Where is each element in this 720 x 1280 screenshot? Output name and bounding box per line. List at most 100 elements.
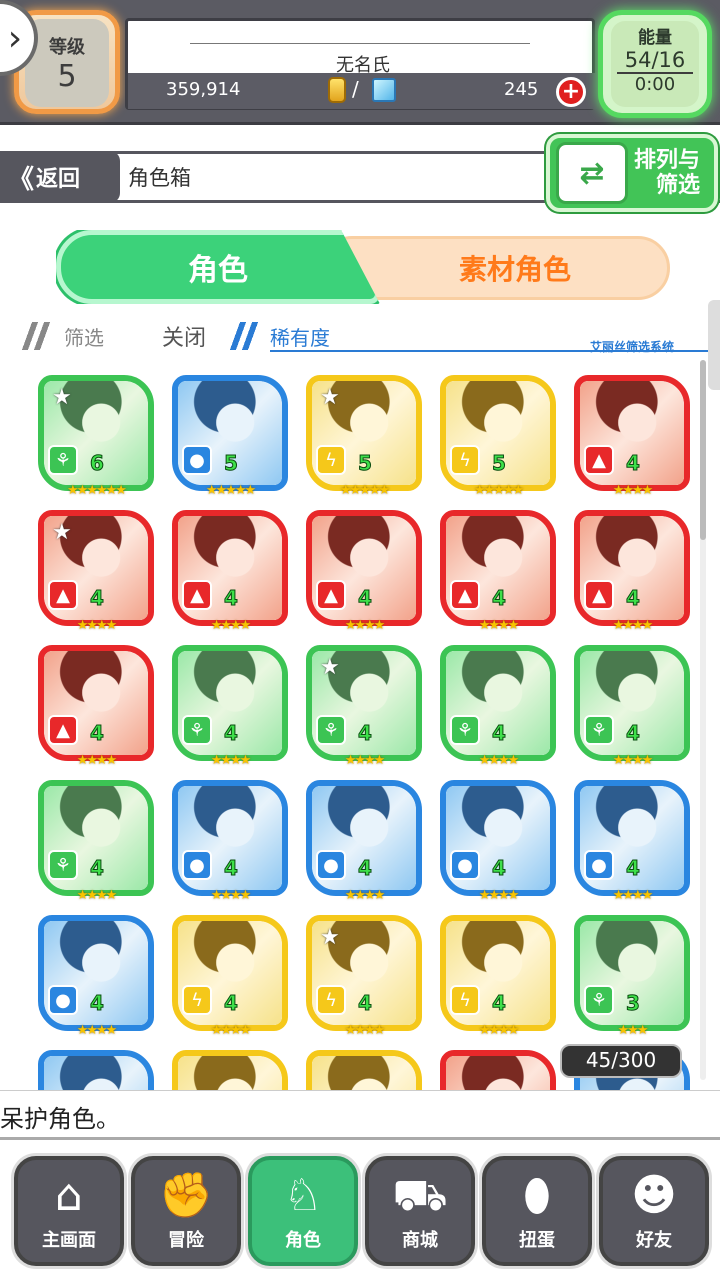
card-level: 4 [358,586,373,611]
card-frame: ⚘ 4 ★ [306,645,422,761]
card-frame: ● 4 [440,780,556,896]
character-card[interactable]: ● 4 ★★★★ [574,780,690,906]
card-level: 6 [90,451,105,476]
favorite-star-icon: ★ [320,655,340,680]
leaf-icon: ⚘ [182,715,212,745]
nav-home[interactable]: ⌂ 主画面 [14,1156,124,1266]
nav-label: 扭蛋 [519,1230,555,1251]
rarity-stars: ★★★★ [478,618,520,633]
rarity-stars: ★★★★ [478,753,520,768]
card-frame: ⚘ 4 [574,645,690,761]
rarity-stars: ★★★★ [210,888,252,903]
card-frame: ▲ 4 [38,645,154,761]
character-card[interactable]: ϟ 4 ★ ★★★★ [306,915,422,1041]
character-card[interactable]: ⚘ 4 ★★★★ [440,645,556,771]
fire-icon: ▲ [48,715,78,745]
character-portrait [178,1056,282,1090]
character-card[interactable]: ϟ 5 ★ ★★★★★ [306,375,422,501]
character-card[interactable]: ▲ 4 ★★★★ [306,510,422,636]
card-frame: ● 4 [172,780,288,896]
character-card[interactable]: ϟ [306,1050,422,1090]
add-gems-button[interactable]: + [556,77,586,107]
character-card[interactable]: ϟ 5 ★★★★★ [440,375,556,501]
gold-amount: 359,914 [166,79,241,100]
rarity-stars: ★★★★ [344,618,386,633]
page-title: 角色箱 [128,166,191,190]
character-card[interactable]: ▲ 4 ★★★★ [172,510,288,636]
character-card[interactable]: ● 4 ★★★★ [440,780,556,906]
side-handle[interactable] [708,300,720,390]
character-card[interactable]: ⚘ 4 ★★★★ [574,645,690,771]
card-frame: ⚘ 3 [574,915,690,1031]
hint-ticker: 呆护角色。 [0,1090,720,1140]
scrollbar-thumb[interactable] [700,360,706,540]
tab-characters[interactable]: 角色 [56,230,380,304]
gold-coin-icon [328,77,346,103]
card-frame: ▲ 4 [172,510,288,626]
card-frame: ● 5 [172,375,288,491]
name-divider [190,43,530,44]
character-card[interactable]: ⚘ 6 ★ ★★★★★★ [38,375,154,501]
card-level: 3 [626,991,641,1016]
fire-icon: ▲ [316,580,346,610]
rarity-stars: ★★★★ [76,618,118,633]
rarity-stars: ★★★★★ [473,483,524,498]
character-card[interactable]: ⚘ 3 ★★★ [574,915,690,1041]
card-frame: ▲ 4 [574,375,690,491]
character-card[interactable]: ▲ 4 ★★★★ [574,375,690,501]
sort-filter-button[interactable]: ⇄ 排列与筛选 [546,134,718,212]
fire-icon: ▲ [584,445,614,475]
gem-icon [372,78,396,102]
filter-toggle[interactable]: 关闭 [162,320,206,352]
leaf-icon: ⚘ [316,715,346,745]
thunder-icon: ϟ [182,985,212,1015]
rarity-stars: ★★★★ [210,618,252,633]
fire-icon: ▲ [48,580,78,610]
player-panel: 无名氏 359,914 / 245 + [125,18,598,110]
rarity-stars: ★★★★ [478,888,520,903]
rarity-stars: ★★★★ [612,483,654,498]
card-frame: ϟ 4 ★ [306,915,422,1031]
character-card[interactable]: ϟ 4 ★★★★ [440,915,556,1041]
nav-label: 商城 [402,1230,438,1251]
nav-bunny[interactable]: ♘ 角色 [248,1156,358,1266]
card-frame: ▲ 4 [306,510,422,626]
nav-handshake[interactable]: ✊ 冒险 [131,1156,241,1266]
card-level: 5 [492,451,507,476]
nav-egg[interactable]: ⬮ 扭蛋 [482,1156,592,1266]
character-card[interactable]: ● 5 ★★★★★ [172,375,288,501]
egg-icon: ⬮ [523,1170,551,1221]
nav-friends[interactable]: ☻ 好友 [599,1156,709,1266]
character-card[interactable]: ⚘ 4 ★★★★ [38,780,154,906]
back-label: 返回 [36,167,81,192]
card-frame: ϟ4 [172,915,288,1031]
character-card[interactable]: ● 4 ★★★★ [306,780,422,906]
favorite-star-icon: ★ [52,385,72,410]
character-card[interactable]: ⚘ 4 ★★★★ [172,645,288,771]
character-card[interactable]: ▲ [440,1050,556,1090]
bunny-sort-icon: ⇄ [556,142,628,204]
character-card[interactable]: ⚘ 4 ★ ★★★★ [306,645,422,771]
character-portrait [446,1056,550,1090]
card-frame: ϟ5 [440,375,556,491]
nav-cart[interactable]: ⛟ 商城 [365,1156,475,1266]
back-button[interactable]: 《 返回 [0,151,120,203]
character-card[interactable]: ▲ 4 ★ ★★★★ [38,510,154,636]
character-card[interactable]: ● 4 ★★★★ [38,915,154,1041]
favorite-star-icon: ★ [320,925,340,950]
character-card[interactable]: ▲ 4 ★★★★ [440,510,556,636]
character-card[interactable]: ▲ 4 ★★★★ [574,510,690,636]
card-level: 4 [626,721,641,746]
character-card[interactable]: ϟ 4 ★★★★ [172,915,288,1041]
card-level: 5 [224,451,239,476]
character-portrait [312,1056,416,1090]
rarity-sort[interactable]: 稀有度 [270,322,330,351]
water-icon: ● [48,985,78,1015]
character-card[interactable]: ▲ 4 ★★★★ [38,645,154,771]
fire-icon: ▲ [584,580,614,610]
character-card[interactable]: ● 4 ★★★★ [172,780,288,906]
thunder-icon: ϟ [450,985,480,1015]
character-card[interactable]: ● [38,1050,154,1090]
character-card[interactable]: ϟ [172,1050,288,1090]
card-level: 4 [358,721,373,746]
